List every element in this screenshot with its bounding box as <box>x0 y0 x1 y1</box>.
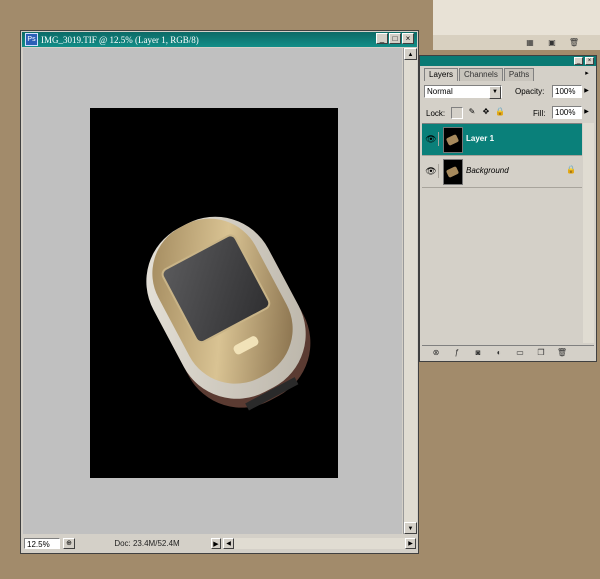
layers-list: 👁 Layer 1 👁 Background 🔒 <box>422 123 582 344</box>
tab-paths[interactable]: Paths <box>503 68 535 81</box>
folder-icon[interactable]: ▭ <box>513 348 527 358</box>
doc-size-info: Doc: 23.4M/52.4M <box>114 539 180 548</box>
zoom-field[interactable]: 12.5% <box>24 538 60 549</box>
mask-icon[interactable]: ◙ <box>471 348 485 358</box>
adjustment-layer-icon[interactable]: ◐ <box>492 348 506 358</box>
scroll-down-icon[interactable]: ▼ <box>404 522 417 534</box>
layer-name: Background <box>466 166 509 175</box>
palette-menu-icon[interactable]: ▸ <box>582 69 592 79</box>
layer-thumbnail <box>443 159 463 185</box>
tab-channels[interactable]: Channels <box>459 68 503 81</box>
new-layer-icon[interactable]: ❐ <box>534 348 548 358</box>
phone-photo[interactable] <box>90 108 338 478</box>
fill-label: Fill: <box>533 109 546 118</box>
scroll-up-icon[interactable]: ▲ <box>404 48 417 60</box>
close-button[interactable]: × <box>585 57 594 65</box>
layer-name: Layer 1 <box>466 134 495 143</box>
link-icon[interactable]: ⊗ <box>429 348 443 358</box>
palette-icon[interactable]: ▦ <box>523 37 537 47</box>
layer-row-layer-1[interactable]: 👁 Layer 1 <box>422 124 582 156</box>
tab-layers[interactable]: Layers <box>424 68 459 81</box>
lock-transparency-icon[interactable] <box>451 107 463 119</box>
lock-pixels-icon[interactable]: ✎ <box>467 107 477 117</box>
horizontal-scrollbar[interactable]: ◀ ▶ <box>223 538 416 549</box>
camera-icon[interactable]: ▣ <box>545 37 559 47</box>
zoom-preview-icon[interactable]: ⊕ <box>63 538 75 549</box>
layers-palette: _ × Layers Channels Paths ▸ Normal ▼ Opa… <box>419 55 597 362</box>
trash-icon[interactable]: 🗑 <box>555 348 569 358</box>
eye-icon[interactable]: 👁 <box>424 132 439 146</box>
blend-row: Normal ▼ Opacity: 100% ▶ <box>424 85 592 99</box>
lock-row: Lock: ✎ ✥ 🔒 Fill: 100% ▶ <box>424 106 592 120</box>
fill-field[interactable]: 100% <box>552 106 582 119</box>
scroll-left-icon[interactable]: ◀ <box>223 538 234 549</box>
scroll-right-icon[interactable]: ▶ <box>405 538 416 549</box>
blend-mode-select[interactable]: Normal ▼ <box>424 85 502 99</box>
lock-all-icon[interactable]: 🔒 <box>495 107 505 117</box>
lock-position-icon[interactable]: ✥ <box>481 107 491 117</box>
opacity-field[interactable]: 100% <box>552 85 582 98</box>
maximize-button[interactable]: □ <box>389 33 401 44</box>
status-menu-arrow-icon[interactable]: ▶ <box>211 538 221 549</box>
status-bar: 12.5% ⊕ Doc: 23.4M/52.4M ▶ ◀ ▶ <box>23 536 416 551</box>
lock-icon: 🔒 <box>566 165 576 174</box>
minimize-button[interactable]: _ <box>376 33 388 44</box>
vertical-scrollbar[interactable]: ▲ ▼ <box>403 48 417 534</box>
eye-icon[interactable]: 👁 <box>424 164 439 178</box>
close-button[interactable]: × <box>402 33 414 44</box>
layers-palette-titlebar[interactable]: _ × <box>420 56 596 66</box>
photoshop-icon: Ps <box>25 33 38 46</box>
layer-thumbnail <box>443 127 463 153</box>
document-title: IMG_3019.TIF @ 12.5% (Layer 1, RGB/8) <box>41 34 199 45</box>
phone-image <box>146 216 311 411</box>
layer-style-icon[interactable]: ƒ <box>450 348 464 358</box>
document-titlebar[interactable]: Ps IMG_3019.TIF @ 12.5% (Layer 1, RGB/8)… <box>22 32 417 47</box>
layers-scrollbar[interactable] <box>583 123 594 343</box>
blend-mode-value: Normal <box>427 87 453 96</box>
fill-slider-arrow-icon[interactable]: ▶ <box>582 106 591 119</box>
document-window: Ps IMG_3019.TIF @ 12.5% (Layer 1, RGB/8)… <box>20 30 419 554</box>
chevron-down-icon[interactable]: ▼ <box>489 86 501 99</box>
opacity-label: Opacity: <box>515 87 545 96</box>
minimize-button[interactable]: _ <box>574 57 583 65</box>
layer-row-background[interactable]: 👁 Background 🔒 <box>422 156 582 188</box>
trash-icon[interactable]: 🗑 <box>567 37 581 47</box>
navigator-palette: ▦ ▣ 🗑 <box>433 0 600 50</box>
lock-label: Lock: <box>426 109 446 118</box>
palette-content <box>433 0 600 35</box>
layers-bottom-toolbar: ⊗ ƒ ◙ ◐ ▭ ❐ 🗑 <box>422 345 594 359</box>
palette-tabs: Layers Channels Paths <box>424 68 535 81</box>
opacity-slider-arrow-icon[interactable]: ▶ <box>582 85 591 98</box>
canvas-area[interactable] <box>23 48 402 534</box>
